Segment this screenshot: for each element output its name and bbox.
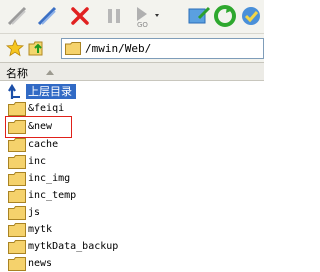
folder-icon <box>8 138 26 152</box>
folder-icon <box>8 189 26 203</box>
connect-icon[interactable] <box>5 4 29 28</box>
folder-name: news <box>28 258 53 269</box>
list-item[interactable]: inc_temp <box>0 188 264 204</box>
go-label: GO <box>137 21 148 28</box>
folder-name: mytk <box>28 224 53 235</box>
folder-name: &feiqi <box>28 103 65 114</box>
list-item-parent[interactable]: 上层目录 <box>0 84 264 100</box>
up-folder-icon[interactable] <box>28 39 46 57</box>
folder-icon <box>65 42 81 55</box>
list-item[interactable]: inc <box>0 154 264 170</box>
disconnect-icon[interactable] <box>35 4 59 28</box>
list-item[interactable]: cache <box>0 137 264 153</box>
folder-name: mytkData_backup <box>28 241 119 252</box>
file-list: 上层目录 &feiqi &new cache inc inc_img inc_t… <box>0 81 264 272</box>
clean-icon[interactable] <box>239 4 263 28</box>
folder-icon <box>8 102 26 116</box>
list-item[interactable]: mytk <box>0 222 264 238</box>
parent-directory-icon <box>8 84 20 99</box>
list-item[interactable]: js <box>0 205 264 221</box>
folder-name: inc <box>28 156 47 167</box>
folder-icon <box>8 223 26 237</box>
address-path: /mwin/Web/ <box>85 42 152 55</box>
column-name-label: 名称 <box>6 67 28 80</box>
list-item[interactable]: news <box>0 256 264 272</box>
folder-icon <box>8 172 26 186</box>
list-item[interactable]: inc_img <box>0 171 264 187</box>
queue-icon[interactable] <box>187 4 211 28</box>
address-bar: /mwin/Web/ <box>0 33 264 62</box>
address-input[interactable]: /mwin/Web/ <box>61 38 264 59</box>
folder-name: inc_img <box>28 173 71 184</box>
pause-icon[interactable] <box>102 4 126 28</box>
highlight-box <box>5 116 72 138</box>
parent-directory-label: 上层目录 <box>26 84 76 99</box>
list-item[interactable]: &feiqi <box>0 101 264 117</box>
folder-icon <box>8 155 26 169</box>
folder-icon <box>8 240 26 254</box>
column-header[interactable]: 名称 <box>0 62 264 81</box>
toolbar: GO <box>0 0 264 33</box>
favorites-star-icon[interactable] <box>6 39 24 57</box>
folder-name: cache <box>28 139 59 150</box>
folder-icon <box>8 206 26 220</box>
sort-ascending-icon <box>46 70 54 75</box>
folder-icon <box>8 257 26 271</box>
folder-name: js <box>28 207 41 218</box>
folder-name: inc_temp <box>28 190 77 201</box>
list-item[interactable]: mytkData_backup <box>0 239 264 255</box>
stop-icon[interactable] <box>68 4 92 28</box>
refresh-icon[interactable] <box>213 4 237 28</box>
go-button[interactable]: GO <box>132 4 162 28</box>
